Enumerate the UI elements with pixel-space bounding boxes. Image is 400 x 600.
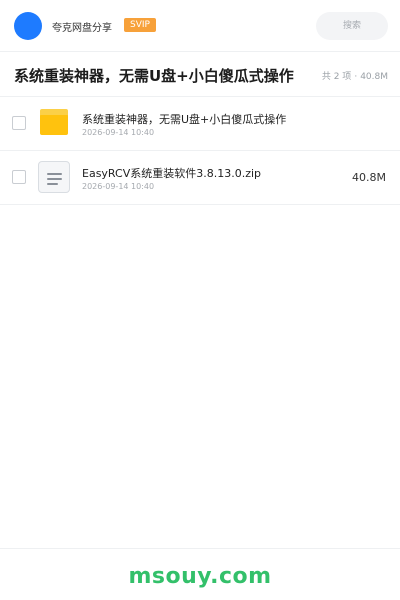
svip-badge: SVIP	[124, 18, 156, 32]
watermark: msouy.com	[128, 564, 272, 589]
file-name[interactable]: EasyRCV系统重装软件3.8.13.0.zip	[82, 165, 261, 181]
search-input[interactable]: 搜索	[316, 12, 388, 40]
checkbox[interactable]	[12, 116, 26, 130]
brand-name: 夸克网盘分享	[52, 23, 112, 34]
file-icon	[38, 161, 70, 193]
share-page: 夸克网盘分享 SVIP 搜索 系统重装神器，无需U盘+小白傻瓜式操作 共 2 项…	[0, 0, 400, 600]
file-time: 2026-09-14 10:40	[82, 128, 155, 137]
header: 夸克网盘分享 SVIP 搜索	[0, 0, 400, 52]
file-name[interactable]: 系统重装神器，无需U盘+小白傻瓜式操作	[82, 111, 286, 127]
list-item[interactable]: EasyRCV系统重装软件3.8.13.0.zip 2026-09-14 10:…	[0, 151, 400, 205]
total-size: 40.8M	[360, 72, 388, 82]
footer: msouy.com	[0, 548, 400, 600]
share-title-bar: 系统重装神器，无需U盘+小白傻瓜式操作 共 2 项 · 40.8M	[0, 53, 400, 97]
share-summary: 共 2 项 · 40.8M	[322, 69, 388, 82]
folder-icon	[40, 109, 68, 135]
file-size: 40.8M	[352, 171, 386, 184]
checkbox[interactable]	[12, 170, 26, 184]
file-time: 2026-09-14 10:40	[82, 182, 155, 191]
list-item[interactable]: 系统重装神器，无需U盘+小白傻瓜式操作 2026-09-14 10:40	[0, 97, 400, 151]
summary-separator: ·	[354, 72, 358, 82]
page-title: 系统重装神器，无需U盘+小白傻瓜式操作	[14, 67, 294, 85]
avatar[interactable]	[14, 12, 42, 40]
item-count: 共 2 项	[321, 72, 352, 82]
